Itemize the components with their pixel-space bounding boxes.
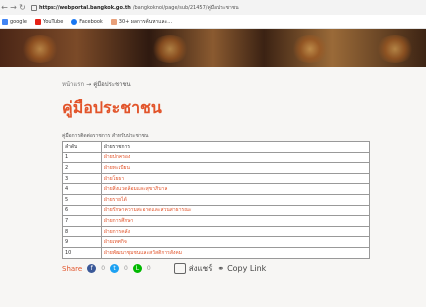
- breadcrumb-home[interactable]: หน้าแรก: [62, 81, 84, 88]
- youtube-icon: [34, 18, 41, 25]
- bookmark-facebook[interactable]: Facebook: [71, 18, 103, 25]
- column-header-department: ฝ่ายราชการ: [101, 141, 370, 153]
- table-row: 6 ฝ่ายรักษาความสะอาดและสวนสาธารณะ: [62, 204, 370, 217]
- facebook-share-count: 0: [101, 265, 106, 272]
- table-row: 5 ฝ่ายรายได้: [62, 193, 370, 206]
- address-bar[interactable]: https://webportal.bangkok.go.th/bangkokn…: [31, 4, 239, 12]
- bookmark-icon: [110, 18, 117, 25]
- table-row: 2 ฝ่ายทะเบียน: [62, 162, 370, 174]
- reload-icon[interactable]: ↻: [18, 3, 27, 12]
- table-row: 9 ฝ่ายเทศกิจ: [62, 236, 370, 248]
- page-title: คู่มือประชาชน: [62, 98, 162, 117]
- twitter-share-count: 0: [124, 265, 128, 272]
- bookmark-youtube[interactable]: YouTube: [34, 18, 63, 25]
- row-number: 1: [62, 151, 102, 164]
- row-number: 6: [62, 204, 102, 217]
- row-number: 3: [62, 172, 102, 185]
- breadcrumb-current: คู่มือประชาชน: [93, 81, 131, 88]
- facebook-icon: [71, 18, 78, 25]
- row-number: 4: [62, 183, 102, 195]
- department-link[interactable]: ฝ่ายสิ่งแวดล้อมและสุขาภิบาล: [101, 183, 370, 195]
- banner-ornament: [150, 35, 190, 63]
- google-icon: [2, 18, 8, 25]
- share-label: Share: [62, 264, 83, 273]
- line-send-label: ส่งแชร์: [188, 264, 213, 273]
- url-host: https://webportal.bangkok.go.th: [39, 4, 131, 11]
- row-number: 10: [62, 246, 102, 259]
- column-header-number: ลำดับ: [62, 141, 102, 153]
- line-share-icon[interactable]: L: [132, 264, 142, 273]
- header-banner: [0, 29, 426, 67]
- row-number: 9: [62, 236, 102, 248]
- row-number: 2: [62, 162, 102, 174]
- table-row: 8 ฝ่ายการคลัง: [62, 225, 370, 238]
- table-row: 4 ฝ่ายสิ่งแวดล้อมและสุขาภิบาล: [62, 183, 370, 195]
- table-row: 1 ฝ่ายปกครอง: [62, 151, 370, 164]
- banner-ornament: [375, 35, 415, 63]
- row-number: 7: [62, 215, 102, 227]
- breadcrumb: หน้าแรก → คู่มือประชาชน: [62, 79, 131, 89]
- share-bar: Share f 0 t 0 L 0 ส่งแชร์ ⚭ Copy Link: [62, 262, 266, 275]
- department-table: ลำดับ ฝ่ายราชการ 1 ฝ่ายปกครอง 2 ฝ่ายทะเบีย…: [62, 141, 370, 259]
- forward-icon[interactable]: →: [9, 3, 18, 12]
- department-link[interactable]: ฝ่ายพัฒนาชุมชนและสวัสดิการสังคม: [101, 246, 370, 259]
- table-row: 10 ฝ่ายพัฒนาชุมชนและสวัสดิการสังคม: [62, 246, 370, 259]
- link-icon: ⚭: [217, 264, 225, 273]
- line-chat-icon: [173, 263, 186, 274]
- table-header-row: ลำดับ ฝ่ายราชการ: [62, 141, 370, 153]
- table-row: 7 ฝ่ายการศึกษา: [62, 215, 370, 227]
- department-link[interactable]: ฝ่ายการคลัง: [101, 225, 370, 238]
- department-link[interactable]: ฝ่ายรักษาความสะอาดและสวนสาธารณะ: [101, 204, 370, 217]
- copy-link-button[interactable]: ⚭ Copy Link: [217, 264, 266, 273]
- department-link[interactable]: ฝ่ายปกครอง: [101, 151, 370, 164]
- line-share-count: 0: [146, 265, 151, 272]
- banner-ornament: [290, 35, 330, 63]
- department-link[interactable]: ฝ่ายโยธา: [101, 172, 370, 185]
- bookmark-other[interactable]: 30+ ผลการค้นหาและ...: [110, 18, 172, 26]
- twitter-share-icon[interactable]: t: [110, 264, 120, 273]
- bookmark-google[interactable]: google: [2, 18, 27, 25]
- row-number: 5: [62, 193, 102, 206]
- department-link[interactable]: ฝ่ายการศึกษา: [101, 215, 370, 227]
- facebook-share-icon[interactable]: f: [87, 264, 97, 273]
- breadcrumb-arrow: →: [86, 81, 92, 88]
- table-caption: คู่มือการติดต่อราชการ สำหรับประชาชน: [62, 133, 149, 139]
- banner-ornament: [20, 35, 60, 63]
- lock-icon: [31, 4, 37, 11]
- browser-toolbar: ← → ↻ https://webportal.bangkok.go.th/ba…: [0, 0, 426, 15]
- department-link[interactable]: ฝ่ายเทศกิจ: [101, 236, 370, 248]
- url-path: /bangkoknoi/page/sub/21457/คู่มือประชาชน: [132, 4, 239, 11]
- copy-link-label: Copy Link: [227, 264, 267, 273]
- department-link[interactable]: ฝ่ายรายได้: [101, 193, 370, 206]
- back-icon[interactable]: ←: [0, 3, 9, 12]
- row-number: 8: [62, 225, 102, 238]
- bookmarks-bar: google YouTube Facebook 30+ ผลการค้นหาแล…: [0, 15, 426, 29]
- department-link[interactable]: ฝ่ายทะเบียน: [101, 162, 370, 174]
- table-row: 3 ฝ่ายโยธา: [62, 172, 370, 185]
- line-send-button[interactable]: ส่งแชร์: [173, 262, 213, 275]
